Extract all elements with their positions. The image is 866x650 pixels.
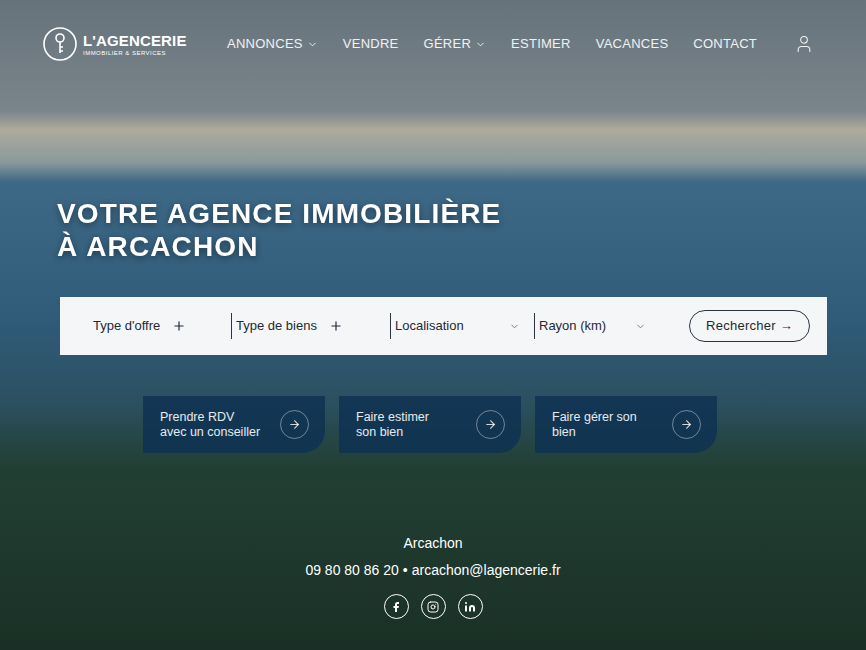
action-card[interactable]: Prendre RDVavec un conseiller: [143, 396, 325, 453]
social-links: [384, 594, 483, 619]
key-logo-icon: [43, 27, 77, 61]
arrow-right-icon: [484, 418, 497, 431]
city: Arcachon: [403, 533, 462, 554]
chevron-down-icon: [307, 39, 318, 50]
user-icon[interactable]: [794, 34, 814, 54]
logo[interactable]: L'AGENCERIE IMMOBILIER & SERVICES: [43, 27, 187, 61]
chevron-down-icon: [475, 39, 486, 50]
search-field[interactable]: Rayon (km): [534, 313, 654, 339]
instagram-icon: [427, 601, 439, 613]
header: L'AGENCERIE IMMOBILIER & SERVICES ANNONCES…: [0, 0, 866, 62]
email[interactable]: arcachon@lagencerie.fr: [412, 560, 561, 581]
phone[interactable]: 09 80 80 86 20: [305, 560, 398, 581]
instagram-link[interactable]: [421, 594, 446, 619]
arrow-circle: [672, 410, 701, 439]
logo-tagline: IMMOBILIER & SERVICES: [83, 50, 187, 56]
nav-item[interactable]: ANNONCES: [227, 34, 318, 54]
hero-title: VOTRE AGENCE IMMOBILIÈREÀ ARCACHON: [57, 197, 866, 263]
action-card[interactable]: Faire gérer sonbien: [535, 396, 717, 453]
chevron-down-icon: [635, 321, 646, 332]
search-field[interactable]: Type d'offre: [93, 316, 225, 336]
arrow-right-icon: [288, 418, 301, 431]
linkedin-link[interactable]: [458, 594, 483, 619]
nav-item[interactable]: VACANCES: [596, 34, 669, 54]
contact-line: 09 80 80 86 20•arcachon@lagencerie.fr: [305, 560, 560, 581]
search-field[interactable]: Type de biens: [231, 313, 384, 339]
chevron-down-icon: [509, 321, 520, 332]
arrow-circle: [476, 410, 505, 439]
facebook-icon: [390, 601, 402, 613]
page: L'AGENCERIE IMMOBILIER & SERVICES ANNONCES…: [0, 0, 866, 650]
facebook-link[interactable]: [384, 594, 409, 619]
nav-item[interactable]: GÉRER: [424, 34, 487, 54]
logo-name: L'AGENCERIE: [83, 33, 187, 48]
arrow-right-icon: [680, 418, 693, 431]
action-card[interactable]: Faire estimerson bien: [339, 396, 521, 453]
main-nav: ANNONCES VENDRE GÉRER ESTIMER VACANCES CONTAC…: [227, 34, 814, 54]
nav-item[interactable]: VENDRE: [343, 34, 399, 54]
arrow-circle: [280, 410, 309, 439]
plus-icon: [172, 319, 186, 333]
nav-item[interactable]: ESTIMER: [511, 34, 571, 54]
action-cards: Prendre RDVavec un conseillerFaire estim…: [0, 396, 866, 453]
search-field[interactable]: Localisation: [390, 313, 528, 339]
search-button[interactable]: Rechercher →: [689, 310, 810, 342]
plus-icon: [329, 319, 343, 333]
linkedin-icon: [464, 601, 476, 613]
contact-info: Arcachon 09 80 80 86 20•arcachon@lagencer…: [0, 533, 866, 619]
search-bar: Type d'offre Type de biensLocalisationRay…: [60, 297, 827, 355]
nav-item[interactable]: CONTACT: [693, 34, 757, 54]
